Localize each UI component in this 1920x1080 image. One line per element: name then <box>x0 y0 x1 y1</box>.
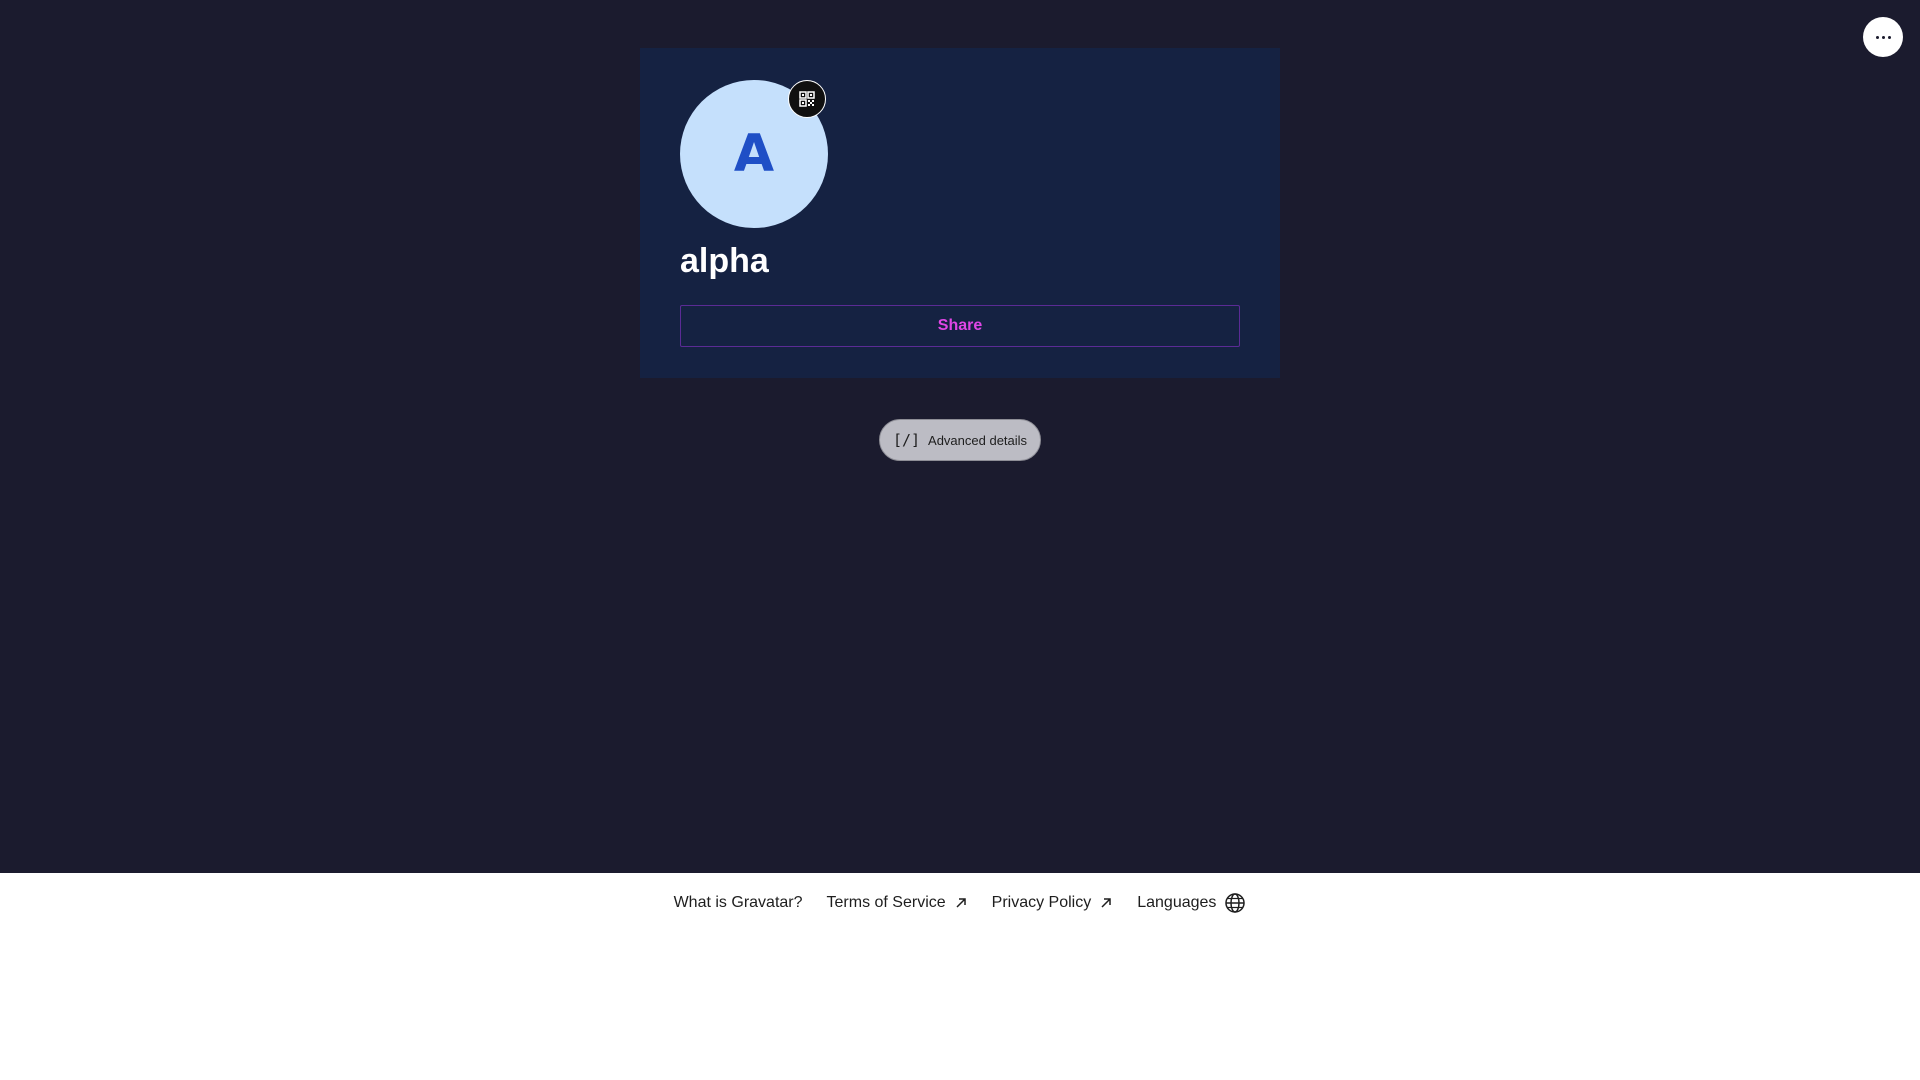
profile-card: A alpha Share <box>640 48 1280 378</box>
external-link-icon <box>1099 896 1113 910</box>
footer-link-label: What is Gravatar? <box>673 894 803 911</box>
more-horizontal-icon <box>1875 35 1891 39</box>
footer-link-terms-of-service[interactable]: Terms of Service <box>827 894 968 912</box>
display-name: alpha <box>680 242 769 280</box>
footer-link-privacy-policy[interactable]: Privacy Policy <box>992 894 1114 912</box>
external-link-icon <box>954 896 968 910</box>
qr-code-icon <box>799 91 815 107</box>
footer-link-label: Terms of Service <box>826 894 946 911</box>
avatar-initial: A <box>733 124 775 184</box>
footer-link-what-is-gravatar[interactable]: What is Gravatar? <box>674 894 803 912</box>
advanced-details-label: Advanced details <box>928 432 1028 448</box>
advanced-details-button[interactable]: [/] Advanced details <box>879 419 1041 461</box>
share-button[interactable]: Share <box>680 305 1240 347</box>
footer-link-label: Languages <box>1137 894 1217 911</box>
code-brackets-icon: [/] <box>892 431 921 449</box>
globe-icon <box>1224 892 1246 914</box>
footer-link-label: Privacy Policy <box>991 894 1092 911</box>
footer-link-languages[interactable]: Languages <box>1137 892 1246 914</box>
more-options-button[interactable] <box>1863 17 1903 57</box>
qr-code-button[interactable] <box>788 80 826 118</box>
profile-hero: A alpha Share [/] Advanced details <box>0 0 1920 873</box>
footer-nav: What is Gravatar? Terms of Service Priva… <box>0 873 1920 933</box>
